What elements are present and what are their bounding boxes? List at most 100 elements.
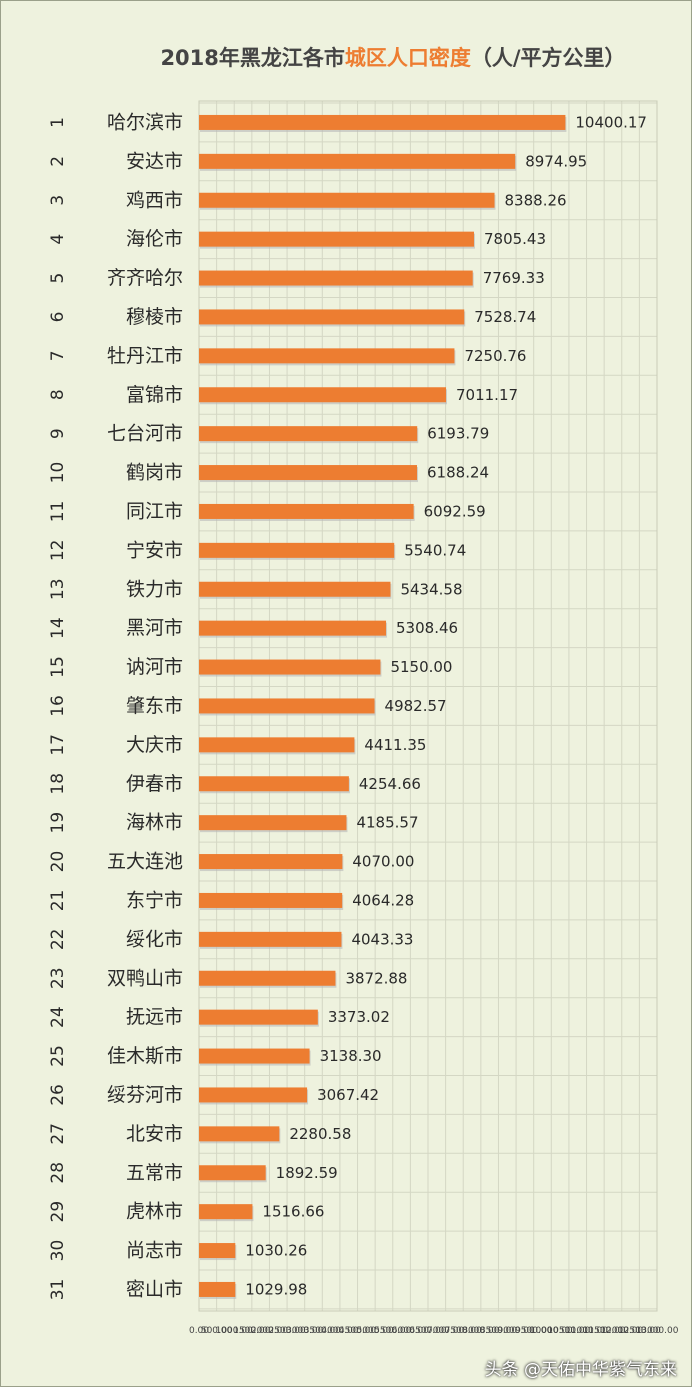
bar [199,970,336,986]
title-part-highlight: 城区人口密度 [345,46,471,70]
rank-label: 13 [48,578,68,600]
value-label: 3138.30 [320,1047,382,1065]
category-label: 尚志市 [126,1240,183,1262]
rank-label: 8 [48,389,68,400]
value-label: 5540.74 [404,541,466,559]
title-part-1: 2018年黑龙江各市 [160,46,344,70]
category-label: 海伦市 [126,228,183,250]
bar [199,426,418,442]
value-label: 4254.66 [359,775,421,793]
rank-label: 10 [48,462,68,484]
category-label: 虎林市 [126,1201,183,1223]
category-label: 密山市 [126,1278,183,1300]
rank-label: 24 [48,1006,68,1028]
category-label: 抚远市 [126,1006,183,1028]
value-label: 7528.74 [474,308,536,326]
value-label: 4411.35 [364,736,426,754]
title-part-3: （人/平方公里） [471,46,626,70]
x-axis-tick-labels: 0.00500.001000.001500.002000.002500.0030… [189,1326,679,1336]
value-label: 4185.57 [356,814,418,832]
bar [199,309,465,325]
watermark: 头条 @天佑中华紫气东来 [484,1360,677,1380]
value-label: 7250.76 [464,347,526,365]
value-label: 1030.26 [245,1242,307,1260]
bar [199,1087,308,1103]
bar [199,892,343,908]
bar [199,192,495,208]
rank-label: 11 [48,501,68,523]
rank-label: 12 [48,540,68,562]
value-label: 5308.46 [396,619,458,637]
rank-label: 2 [48,156,68,167]
bar [199,503,414,519]
category-label: 佳木斯市 [107,1045,183,1067]
value-label: 3373.02 [328,1008,390,1026]
x-tick-label: 13000.00 [636,1326,679,1336]
rank-label: 19 [48,812,68,834]
rank-label: 27 [48,1123,68,1145]
value-label: 5434.58 [400,580,462,598]
bar [199,387,447,403]
category-labels: 哈尔滨市安达市鸡西市海伦市齐齐哈尔穆棱市牡丹江市富锦市七台河市鹤岗市同江市宁安市… [107,111,183,1300]
category-label: 北安市 [126,1123,183,1145]
category-label: 富锦市 [126,384,183,406]
chart-frame: 2018年黑龙江各市城区人口密度（人/平方公里） 1 2 3 4 5 6 7 8 9 10 11 12… [0,0,692,1387]
rank-label: 17 [48,734,68,756]
rank-label: 26 [48,1084,68,1106]
bar [199,153,516,169]
bar [199,114,566,130]
value-label: 1516.66 [262,1203,324,1221]
rank-label: 31 [48,1279,68,1301]
category-label: 齐齐哈尔 [107,267,183,289]
category-label: 海林市 [126,812,183,834]
value-label: 6193.79 [427,425,489,443]
category-label: 肇东市 [126,695,183,717]
bar [199,659,381,675]
category-label: 宁安市 [126,539,183,561]
value-label: 5150.00 [390,658,452,676]
rank-label: 30 [48,1240,68,1262]
category-label: 五常市 [126,1162,183,1184]
category-label: 绥化市 [126,928,183,950]
rank-label: 14 [48,617,68,639]
category-label: 牡丹江市 [107,345,183,367]
value-label: 8974.95 [525,152,587,170]
bar [199,1281,236,1297]
value-label: 3872.88 [345,969,407,987]
rank-label: 25 [48,1045,68,1067]
value-label: 1892.59 [276,1164,338,1182]
value-label: 6188.24 [427,464,489,482]
bar [199,1009,318,1025]
rank-label: 18 [48,773,68,795]
category-label: 大庆市 [126,734,183,756]
value-label: 8388.26 [505,191,567,209]
category-label: 安达市 [126,150,183,172]
category-label: 双鸭山市 [107,967,183,989]
category-label: 同江市 [126,500,183,522]
bars [199,114,567,1299]
category-label: 鸡西市 [126,189,183,211]
bar [199,465,418,481]
bar [199,620,387,636]
value-label: 7769.33 [483,269,545,287]
rank-label: 22 [48,929,68,951]
bar [199,231,474,247]
rank-label: 9 [48,428,68,439]
bar [199,815,347,831]
rank-label: 3 [48,195,68,206]
category-label: 绥芬河市 [107,1084,183,1106]
value-label: 4043.33 [351,930,413,948]
value-label: 10400.17 [575,113,647,131]
bar [199,270,473,286]
category-label: 鹤岗市 [126,462,183,484]
category-label: 伊春市 [126,773,183,795]
value-label: 6092.59 [424,502,486,520]
value-label: 4070.00 [352,853,414,871]
bar [199,698,375,714]
value-label: 3067.42 [317,1086,379,1104]
chart-title: 2018年黑龙江各市城区人口密度（人/平方公里） [160,46,625,70]
bar [199,854,343,870]
category-label: 讷河市 [126,656,183,678]
rank-label: 1 [48,117,68,128]
rank-label: 6 [48,312,68,323]
